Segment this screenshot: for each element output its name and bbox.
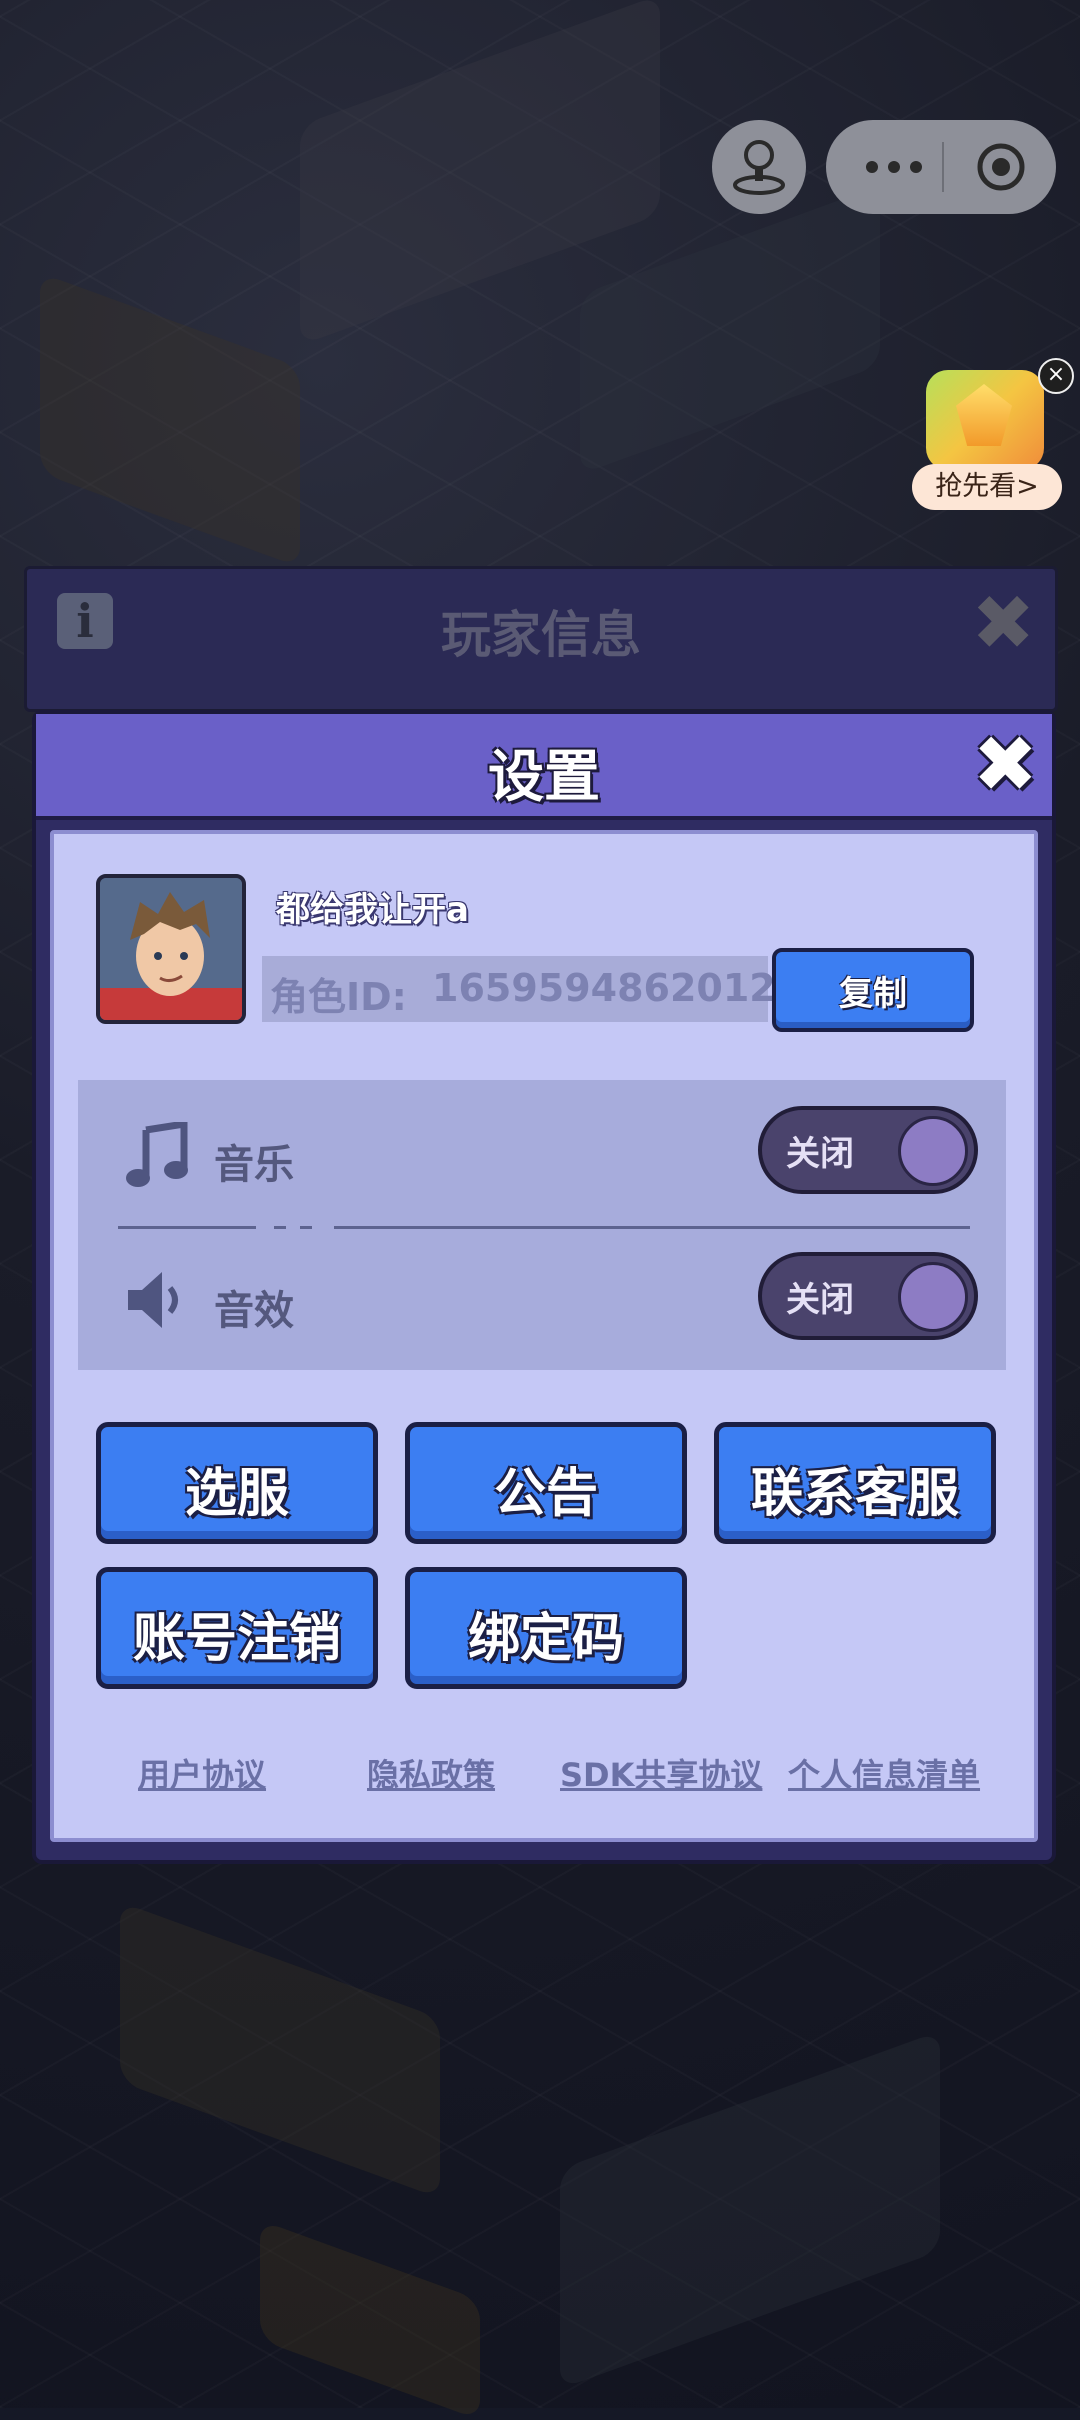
sfx-toggle[interactable]: 关闭 <box>758 1252 978 1340</box>
settings-body: 都给我让开a 角色ID: 16595948620121 复制 音乐 关闭 音效 … <box>50 830 1038 1842</box>
settings-dialog: 设置 ✖ 都给我让开a 角色ID: 16595948620121 复制 音乐 关… <box>32 710 1056 1864</box>
settings-header: 设置 ✖ <box>36 714 1052 820</box>
announcement-button[interactable]: 公告 <box>405 1422 687 1544</box>
record-target-icon[interactable] <box>966 142 1036 192</box>
toggle-knob <box>898 1262 968 1332</box>
divider <box>334 1226 970 1229</box>
select-server-button[interactable]: 选服 <box>96 1422 378 1544</box>
music-toggle-state: 关闭 <box>786 1134 854 1174</box>
select-server-label: 选服 <box>184 1464 289 1524</box>
divider <box>118 1226 256 1229</box>
contact-support-label: 联系客服 <box>750 1464 959 1524</box>
divider <box>274 1226 286 1229</box>
bind-code-button[interactable]: 绑定码 <box>405 1567 687 1689</box>
copy-button[interactable]: 复制 <box>772 948 974 1032</box>
divider <box>300 1226 312 1229</box>
avatar[interactable] <box>96 874 246 1024</box>
joystick-button[interactable] <box>712 120 806 214</box>
music-toggle[interactable]: 关闭 <box>758 1106 978 1194</box>
user-agreement-link[interactable]: 用户协议 <box>138 1750 266 1796</box>
personal-info-list-link[interactable]: 个人信息清单 <box>788 1750 980 1796</box>
close-x-icon[interactable]: ✖ <box>973 726 1038 804</box>
bind-code-label: 绑定码 <box>467 1609 624 1669</box>
account-deletion-label: 账号注销 <box>132 1609 341 1669</box>
promo-widget[interactable]: 抢先看> <box>912 370 1062 520</box>
close-x-icon[interactable]: ✖ <box>971 585 1035 661</box>
contact-support-button[interactable]: 联系客服 <box>714 1422 996 1544</box>
promo-label[interactable]: 抢先看> <box>912 464 1062 510</box>
copy-button-label: 复制 <box>839 974 907 1014</box>
sound-settings: 音乐 关闭 音效 关闭 <box>78 1080 1006 1370</box>
joystick-icon <box>731 137 787 197</box>
privacy-policy-link[interactable]: 隐私政策 <box>367 1750 495 1796</box>
speaker-icon <box>124 1268 194 1332</box>
role-id-box: 角色ID: 16595948620121 <box>262 956 802 1022</box>
sdk-sharing-link[interactable]: SDK共享协议 <box>560 1750 762 1796</box>
close-icon[interactable]: × <box>1038 358 1074 394</box>
account-deletion-button[interactable]: 账号注销 <box>96 1567 378 1689</box>
miniprogram-capsule <box>826 120 1056 214</box>
announcement-label: 公告 <box>493 1464 598 1524</box>
player-info-title: 玩家信息 <box>441 606 641 664</box>
player-nickname: 都给我让开a <box>276 890 469 930</box>
more-dots-icon[interactable] <box>846 142 942 192</box>
player-info-panel: i 玩家信息 ✖ <box>24 566 1058 712</box>
role-id-label: 角色ID: <box>270 975 407 1019</box>
toggle-knob <box>898 1116 968 1186</box>
gift-gem-icon <box>926 370 1044 470</box>
capsule-divider <box>942 142 944 192</box>
sfx-label: 音效 <box>214 1288 294 1334</box>
music-note-icon <box>126 1119 190 1190</box>
sfx-toggle-state: 关闭 <box>786 1280 854 1320</box>
music-label: 音乐 <box>214 1142 294 1188</box>
settings-title: 设置 <box>488 745 600 810</box>
role-id-value: 16595948620121 <box>432 966 803 1010</box>
